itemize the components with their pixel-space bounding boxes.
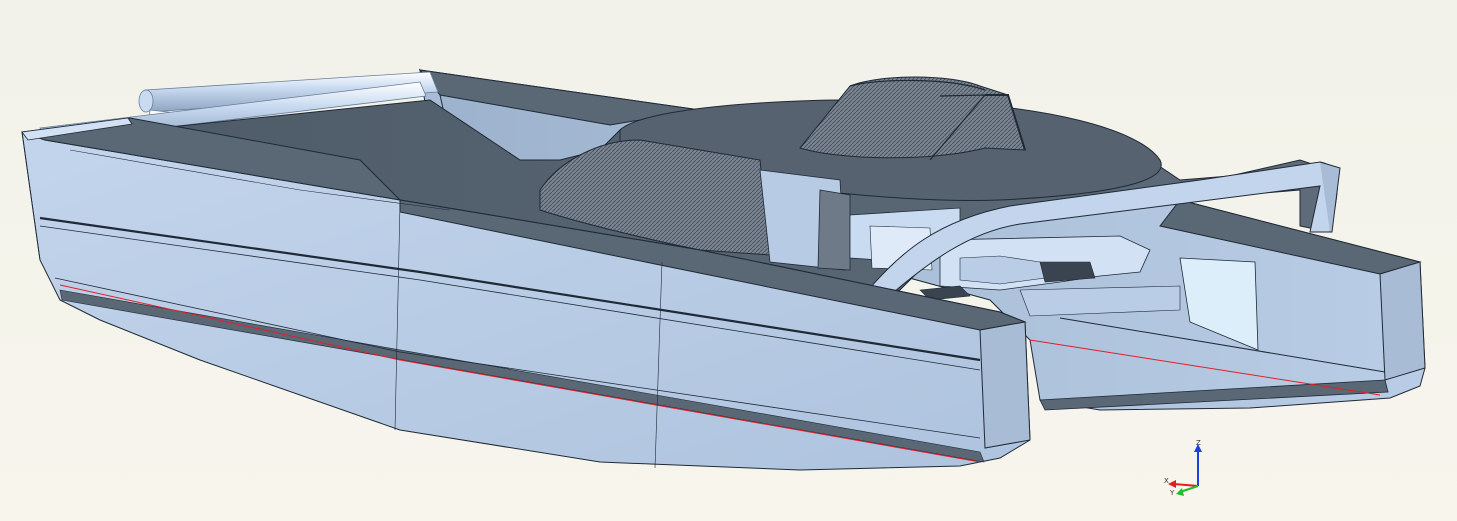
x-axis-arrow [1168,480,1176,488]
x-axis-line [1173,483,1199,487]
x-axis-label: X [1164,477,1169,485]
axis-triad: Z X Y [1164,439,1202,497]
3d-viewport[interactable]: Z X Y [0,0,1457,521]
y-axis-arrow [1176,488,1184,496]
catamaran-model-view[interactable] [0,0,1457,521]
y-axis-label: Y [1169,489,1175,497]
z-axis-label: Z [1196,439,1201,447]
